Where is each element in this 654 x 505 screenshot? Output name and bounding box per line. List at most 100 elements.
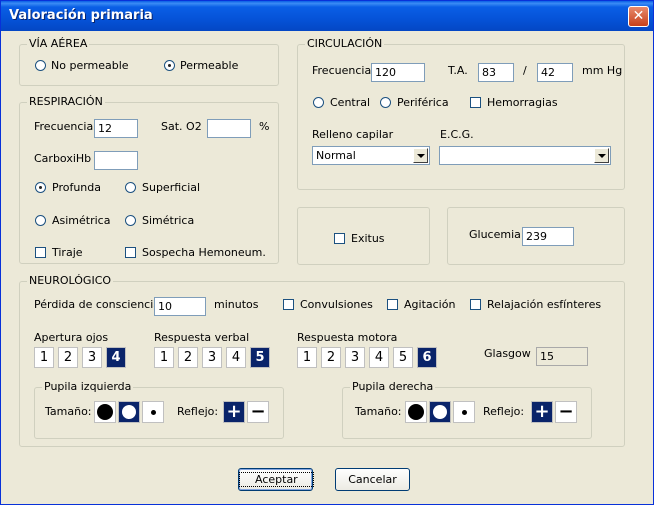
resp-frecuencia-input[interactable]: 12 <box>94 119 138 138</box>
respuesta-motora-2-button[interactable]: 2 <box>321 347 341 368</box>
carboxi-label: CarboxiHb <box>34 152 92 165</box>
respuesta-verbal-label: Respuesta verbal <box>154 331 250 344</box>
hemoneum-checkbox[interactable] <box>125 247 136 258</box>
perdida-consciencia-label: Pérdida de consciencia <box>34 298 161 311</box>
asimetrica-label: Asimétrica <box>52 214 111 227</box>
pupila-izquierda-medium[interactable] <box>118 401 140 423</box>
respuesta-verbal-3-button[interactable]: 3 <box>202 347 222 368</box>
ta-systolic-input[interactable]: 83 <box>478 63 514 82</box>
pupil-medium-icon <box>122 405 136 419</box>
dialog-window: Valoración primaria ✕ VÍA AÉREA No perme… <box>0 0 654 505</box>
pupil-small-icon <box>462 410 467 415</box>
apertura-ojos-4-button[interactable]: 4 <box>106 347 126 368</box>
glucemia-input[interactable]: 239 <box>522 227 574 246</box>
pupila-izquierda-large[interactable] <box>94 401 116 423</box>
pupila-izquierda-legend: Pupila izquierda <box>42 380 134 393</box>
respuesta-motora-label: Respuesta motora <box>297 331 398 344</box>
pupila-derecha-plus-button[interactable]: + <box>531 401 553 423</box>
respuesta-verbal-1-button[interactable]: 1 <box>154 347 174 368</box>
window-title: Valoración primaria <box>9 8 153 23</box>
pupila-derecha-medium[interactable] <box>429 401 451 423</box>
apertura-ojos-label: Apertura ojos <box>34 331 109 344</box>
simetrica-label: Simétrica <box>142 214 195 227</box>
apertura-ojos-3-button[interactable]: 3 <box>82 347 102 368</box>
glucemia-label: Glucemia <box>469 228 521 241</box>
no-permeable-label: No permeable <box>51 59 129 72</box>
no-permeable-radio[interactable] <box>35 60 46 71</box>
respuesta-motora-5-button[interactable]: 5 <box>393 347 413 368</box>
close-icon[interactable]: ✕ <box>628 6 649 27</box>
apertura-ojos-2-button[interactable]: 2 <box>58 347 78 368</box>
exitus-label: Exitus <box>351 232 385 245</box>
respuesta-verbal-4-button[interactable]: 4 <box>226 347 246 368</box>
pupil-large-icon <box>408 404 424 420</box>
pupila-derecha-tamano-label: Tamaño: <box>355 405 402 418</box>
circ-frecuencia-input[interactable]: 120 <box>371 63 425 82</box>
pupila-derecha-legend: Pupila derecha <box>350 380 436 393</box>
superficial-label: Superficial <box>142 181 201 194</box>
apertura-ojos-1-button[interactable]: 1 <box>34 347 54 368</box>
respuesta-motora-4-button[interactable]: 4 <box>369 347 389 368</box>
hemorragias-checkbox[interactable] <box>470 97 481 108</box>
aceptar-label: Aceptar <box>239 472 314 487</box>
pupila-derecha-small[interactable] <box>453 401 475 423</box>
profunda-radio[interactable] <box>35 182 46 193</box>
sat-o2-unit: % <box>259 120 270 133</box>
agitacion-checkbox[interactable] <box>387 299 398 310</box>
pupil-large-icon <box>97 404 113 420</box>
pupila-izquierda-small[interactable] <box>142 401 164 423</box>
exitus-checkbox[interactable] <box>334 233 345 244</box>
glasgow-label: Glasgow <box>484 347 531 360</box>
chevron-down-icon[interactable] <box>413 148 428 163</box>
pupil-medium-icon <box>433 405 447 419</box>
simetrica-radio[interactable] <box>125 215 136 226</box>
agitacion-label: Agitación <box>404 298 456 311</box>
central-label: Central <box>330 96 371 109</box>
via-aerea-legend: VÍA AÉREA <box>27 37 90 50</box>
convulsiones-checkbox[interactable] <box>283 299 294 310</box>
circulacion-legend: CIRCULACIÓN <box>305 37 385 50</box>
profunda-label: Profunda <box>52 181 101 194</box>
asimetrica-radio[interactable] <box>35 215 46 226</box>
sat-o2-input[interactable] <box>207 119 251 138</box>
respiracion-legend: RESPIRACIÓN <box>27 95 105 108</box>
respuesta-motora-3-button[interactable]: 3 <box>345 347 365 368</box>
pupila-derecha-large[interactable] <box>405 401 427 423</box>
relleno-capilar-select[interactable]: Normal <box>312 146 430 165</box>
pupila-derecha-reflejo-label: Reflejo: <box>483 405 525 418</box>
pupil-small-icon <box>151 410 156 415</box>
ta-separator: / <box>523 64 527 77</box>
pupila-izquierda-plus-button[interactable]: + <box>223 401 245 423</box>
respuesta-verbal-2-button[interactable]: 2 <box>178 347 198 368</box>
central-radio[interactable] <box>313 97 324 108</box>
perdida-consciencia-input[interactable]: 10 <box>154 297 206 316</box>
neurologico-legend: NEUROLÓGICO <box>27 274 114 287</box>
minutos-label: minutos <box>214 298 259 311</box>
convulsiones-label: Convulsiones <box>300 298 373 311</box>
pupila-izquierda-tamano-label: Tamaño: <box>45 405 92 418</box>
pupila-izquierda-minus-button[interactable]: − <box>247 401 269 423</box>
periferica-radio[interactable] <box>380 97 391 108</box>
sat-o2-label: Sat. O2 <box>161 120 202 133</box>
resp-frecuencia-label: Frecuencia <box>34 120 94 133</box>
chevron-down-icon[interactable] <box>594 148 609 163</box>
respuesta-verbal-5-button[interactable]: 5 <box>250 347 270 368</box>
aceptar-button[interactable]: Aceptar <box>238 468 314 491</box>
permeable-radio[interactable] <box>164 60 175 71</box>
carboxi-input[interactable] <box>94 151 138 170</box>
ta-diastolic-input[interactable]: 42 <box>537 63 573 82</box>
circ-frecuencia-label: Frecuencia <box>312 64 372 77</box>
tiraje-label: Tiraje <box>52 246 83 259</box>
ecg-label: E.C.G. <box>440 128 474 141</box>
relajacion-checkbox[interactable] <box>470 299 481 310</box>
title-bar: Valoración primaria ✕ <box>1 1 653 31</box>
hemorragias-label: Hemorragias <box>487 96 558 109</box>
pupila-derecha-minus-button[interactable]: − <box>555 401 577 423</box>
pupila-izquierda-reflejo-label: Reflejo: <box>177 405 219 418</box>
cancelar-button[interactable]: Cancelar <box>335 468 410 491</box>
ecg-select[interactable] <box>439 146 611 165</box>
superficial-radio[interactable] <box>125 182 136 193</box>
respuesta-motora-1-button[interactable]: 1 <box>297 347 317 368</box>
tiraje-checkbox[interactable] <box>35 247 46 258</box>
respuesta-motora-6-button[interactable]: 6 <box>417 347 437 368</box>
